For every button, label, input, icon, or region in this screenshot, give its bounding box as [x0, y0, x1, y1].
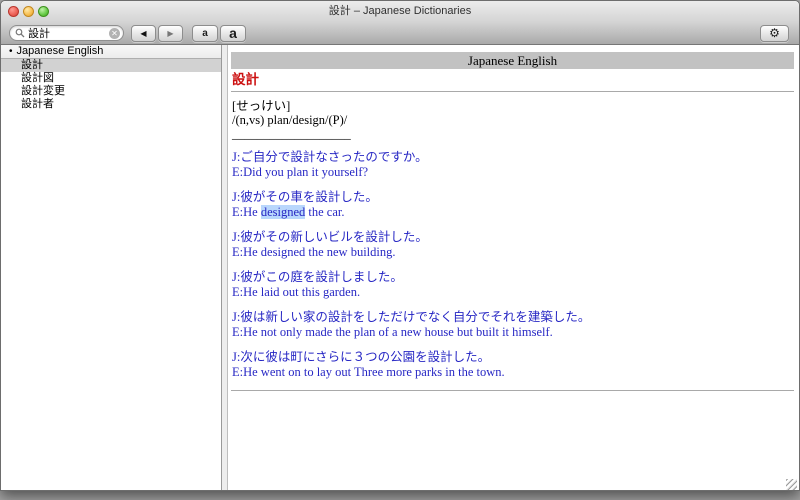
examples-list: J:ご自分で設計なさったのですか。 E:Did you plan it yours… [231, 150, 794, 380]
toolbar: ✕ ◀ ▶ a a ⚙ [1, 22, 799, 45]
entry-content: Japanese English 設計 [せっけい] /(n,vs) plan/… [228, 45, 799, 490]
examples-separator: ___________________ [232, 127, 351, 141]
search-input[interactable] [28, 27, 109, 39]
window-title: 設計 – Japanese Dictionaries [328, 5, 472, 17]
dictionary-group-header[interactable]: • Japanese English [1, 45, 221, 59]
example-japanese: J:ご自分で設計なさったのですか。 [232, 150, 428, 164]
dictionary-group-label: Japanese English [16, 45, 104, 57]
example-pair: J:ご自分で設計なさったのですか。 E:Did you plan it yours… [232, 150, 794, 180]
sidebar-item[interactable]: 設計 [1, 59, 221, 72]
clear-search-icon[interactable]: ✕ [109, 27, 120, 39]
example-japanese: J:次に彼は町にさらに３つの公園を設計した。 [232, 350, 491, 364]
text-selection-highlight: designed [260, 205, 306, 219]
example-japanese: J:彼がその車を設計した。 [232, 190, 378, 204]
example-english: E:He laid out this garden. [232, 285, 361, 299]
example-english: E:He designed the car. [232, 205, 345, 219]
end-divider [231, 390, 794, 391]
example-english: E:Did you plan it yourself? [232, 165, 369, 179]
zoom-button[interactable] [38, 6, 49, 17]
example-english: E:He designed the new building. [232, 245, 396, 259]
results-sidebar: • Japanese English 設計 設計図 設計変更 設計者 [1, 45, 222, 490]
entry-headword: 設計 [232, 72, 259, 87]
forward-button[interactable]: ▶ [158, 24, 183, 42]
divider [231, 91, 794, 92]
title-bar[interactable]: 設計 – Japanese Dictionaries [1, 1, 799, 22]
settings-button[interactable]: ⚙ [760, 24, 789, 42]
example-pair: J:彼は新しい家の設計をしただけでなく自分でそれを建築した。 E:He not o… [232, 310, 794, 340]
bullet-icon: • [9, 46, 13, 57]
close-button[interactable] [8, 6, 19, 17]
example-pair: J:彼がその新しいビルを設計した。 E:He designed the new b… [232, 230, 794, 260]
app-window: 設計 – Japanese Dictionaries ✕ ◀ ▶ a a ⚙ •… [0, 0, 800, 491]
example-pair: J:次に彼は町にさらに３つの公園を設計した。 E:He went on to la… [232, 350, 794, 380]
search-field[interactable]: ✕ [9, 25, 124, 41]
decrease-font-button[interactable]: a [192, 24, 218, 42]
window-controls [8, 6, 49, 17]
example-english: E:He not only made the plan of a new hou… [232, 325, 553, 339]
resize-grip[interactable] [786, 479, 797, 490]
search-icon [15, 28, 25, 38]
example-japanese: J:彼がこの庭を設計しました。 [232, 270, 403, 284]
example-english: E:He went on to lay out Three more parks… [232, 365, 505, 379]
entry-definition: /(n,vs) plan/design/(P)/ [232, 113, 348, 127]
dictionary-name-header: Japanese English [231, 52, 794, 69]
example-pair: J:彼がその車を設計した。 E:He designed the car. [232, 190, 794, 220]
example-japanese: J:彼は新しい家の設計をしただけでなく自分でそれを建築した。 [232, 310, 591, 324]
main-area: • Japanese English 設計 設計図 設計変更 設計者 Japanese … [1, 45, 799, 490]
example-japanese: J:彼がその新しいビルを設計した。 [232, 230, 428, 244]
sidebar-item[interactable]: 設計者 [1, 98, 221, 111]
results-list: 設計 設計図 設計変更 設計者 [1, 59, 221, 111]
sidebar-item[interactable]: 設計変更 [1, 85, 221, 98]
increase-font-button[interactable]: a [220, 24, 246, 42]
gear-icon: ⚙ [769, 25, 780, 40]
back-button[interactable]: ◀ [131, 24, 156, 42]
entry-reading: [せっけい] [232, 99, 291, 113]
sidebar-item[interactable]: 設計図 [1, 72, 221, 85]
example-pair: J:彼がこの庭を設計しました。 E:He laid out this garden… [232, 270, 794, 300]
minimize-button[interactable] [23, 6, 34, 17]
